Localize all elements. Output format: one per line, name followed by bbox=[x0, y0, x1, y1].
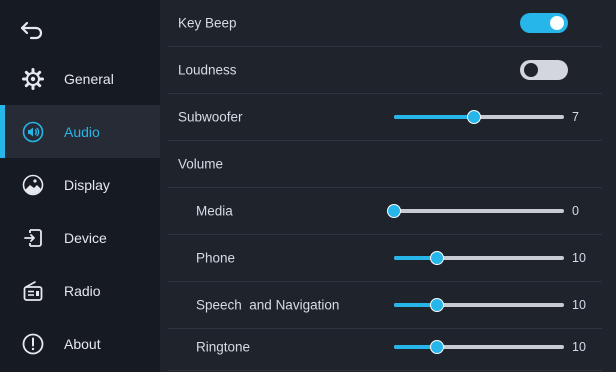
sidebar-item-radio[interactable]: Radio bbox=[0, 264, 160, 317]
display-brightness-icon bbox=[22, 174, 44, 195]
sidebar-item-label: Display bbox=[64, 176, 110, 193]
sidebar-item-audio[interactable]: Audio bbox=[0, 105, 160, 158]
sidebar-item-label: Device bbox=[64, 229, 107, 246]
media-volume-value: 0 bbox=[572, 204, 579, 218]
radio-icon bbox=[23, 280, 43, 301]
key-beep-toggle[interactable] bbox=[520, 13, 568, 33]
sidebar-item-label: Radio bbox=[64, 282, 101, 299]
setting-label: Subwoofer bbox=[178, 109, 243, 125]
slider-thumb[interactable] bbox=[387, 204, 401, 218]
setting-subwoofer: Subwoofer 7 bbox=[168, 94, 602, 141]
speech-navigation-volume-value: 10 bbox=[572, 298, 586, 312]
sidebar-item-label: About bbox=[64, 335, 101, 352]
setting-label: Phone bbox=[196, 250, 236, 266]
back-arrow-icon bbox=[20, 21, 43, 40]
sidebar: General Audio Display Device Radio About bbox=[0, 0, 160, 372]
slider-track bbox=[394, 209, 564, 213]
setting-key-beep: Key Beep bbox=[168, 0, 602, 47]
sidebar-item-label: Audio bbox=[64, 123, 100, 140]
gear-icon bbox=[22, 67, 44, 90]
toggle-knob bbox=[524, 63, 538, 77]
ringtone-volume-slider[interactable] bbox=[394, 340, 564, 354]
toggle-knob bbox=[550, 16, 564, 30]
setting-media-volume: Media 0 bbox=[168, 188, 602, 235]
media-volume-slider[interactable] bbox=[387, 204, 564, 218]
ringtone-volume-value: 10 bbox=[572, 340, 586, 354]
subwoofer-slider[interactable] bbox=[394, 110, 564, 124]
setting-label: Ringtone bbox=[196, 339, 251, 355]
setting-speech-navigation-volume: Speech and Navigation 10 bbox=[168, 282, 602, 329]
slider-fill bbox=[394, 115, 474, 119]
sidebar-item-display[interactable]: Display bbox=[0, 158, 160, 211]
slider-thumb[interactable] bbox=[429, 251, 444, 265]
setting-label: Loudness bbox=[178, 62, 237, 78]
setting-label: Media bbox=[196, 203, 233, 219]
slider-thumb[interactable] bbox=[429, 340, 444, 354]
info-icon bbox=[22, 333, 44, 354]
section-title: Volume bbox=[178, 156, 224, 172]
sidebar-item-general[interactable]: General bbox=[0, 52, 160, 105]
loudness-toggle[interactable] bbox=[520, 60, 568, 80]
setting-ringtone-volume: Ringtone 10 bbox=[168, 324, 602, 371]
phone-volume-value: 10 bbox=[572, 251, 586, 265]
subwoofer-value: 7 bbox=[572, 110, 579, 124]
phone-volume-slider[interactable] bbox=[394, 251, 564, 265]
section-volume: Volume bbox=[168, 141, 602, 188]
slider-thumb[interactable] bbox=[466, 110, 481, 124]
setting-label: Key Beep bbox=[178, 15, 237, 31]
audio-settings-screen: General Audio Display Device Radio About… bbox=[0, 0, 616, 372]
sidebar-item-device[interactable]: Device bbox=[0, 211, 160, 264]
speech-navigation-volume-slider[interactable] bbox=[394, 298, 564, 312]
setting-loudness: Loudness bbox=[168, 47, 602, 94]
setting-label: Speech and Navigation bbox=[196, 297, 340, 313]
slider-thumb[interactable] bbox=[429, 298, 444, 312]
device-input-icon bbox=[24, 228, 42, 247]
speaker-icon bbox=[22, 121, 44, 142]
sidebar-item-label: General bbox=[64, 70, 114, 87]
setting-phone-volume: Phone 10 bbox=[168, 235, 602, 282]
settings-list: Key Beep Loudness Subwoofer 7 Volume Med… bbox=[160, 0, 616, 372]
sidebar-item-about[interactable]: About bbox=[0, 317, 160, 370]
back-button[interactable] bbox=[18, 14, 48, 44]
